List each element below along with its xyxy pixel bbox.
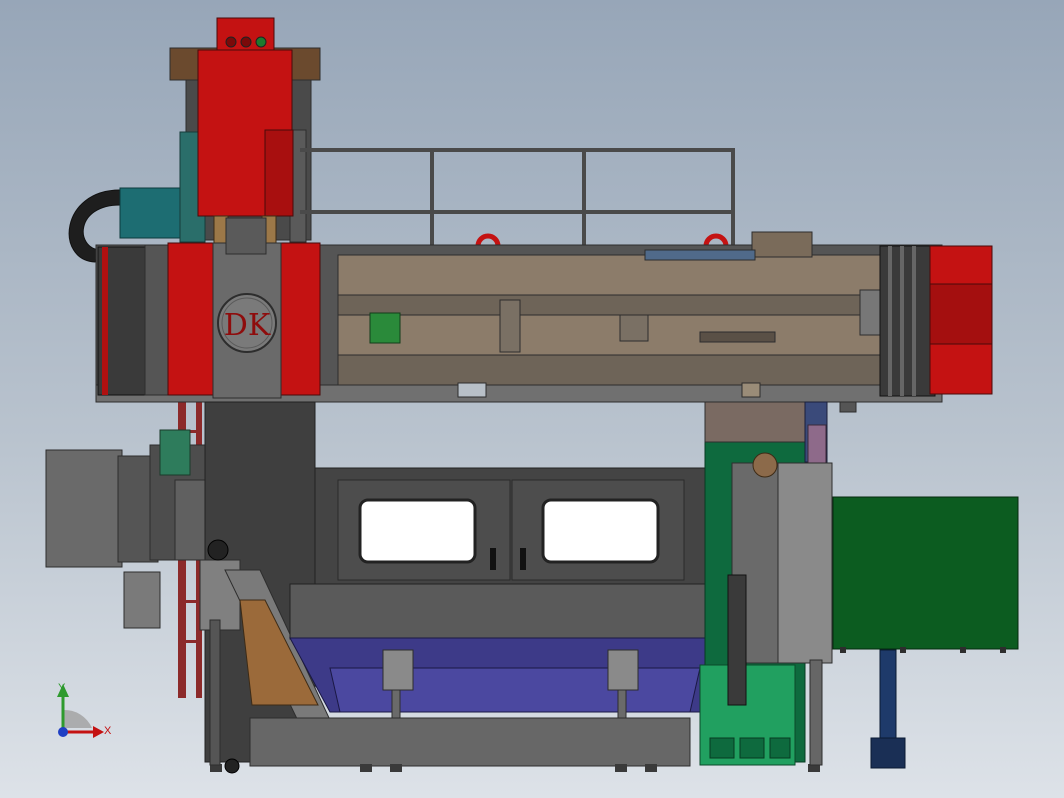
axis-x-label: X bbox=[104, 725, 112, 737]
coolant-tank bbox=[699, 664, 796, 766]
machine-base bbox=[249, 717, 691, 767]
top-box bbox=[751, 231, 813, 258]
safety-railing bbox=[300, 148, 735, 255]
left-post bbox=[209, 619, 221, 766]
left-bellows bbox=[97, 242, 321, 396]
worktable bbox=[289, 583, 731, 713]
top-plate bbox=[644, 249, 756, 261]
right-post bbox=[809, 659, 823, 766]
teal-bracket bbox=[119, 187, 181, 239]
logo-text: DK bbox=[224, 308, 271, 343]
left-door-window bbox=[358, 498, 477, 564]
right-door-window bbox=[541, 498, 660, 564]
hydraulic-unit bbox=[870, 649, 906, 769]
right-door-handle bbox=[520, 548, 526, 570]
right-bellows bbox=[879, 245, 993, 397]
left-door-handle bbox=[490, 548, 496, 570]
caster-wheel bbox=[224, 758, 240, 774]
axis-y-label: Y bbox=[58, 682, 66, 694]
electrical-cabinet bbox=[832, 496, 1019, 650]
cad-viewport[interactable]: DK Y X bbox=[0, 0, 1064, 798]
